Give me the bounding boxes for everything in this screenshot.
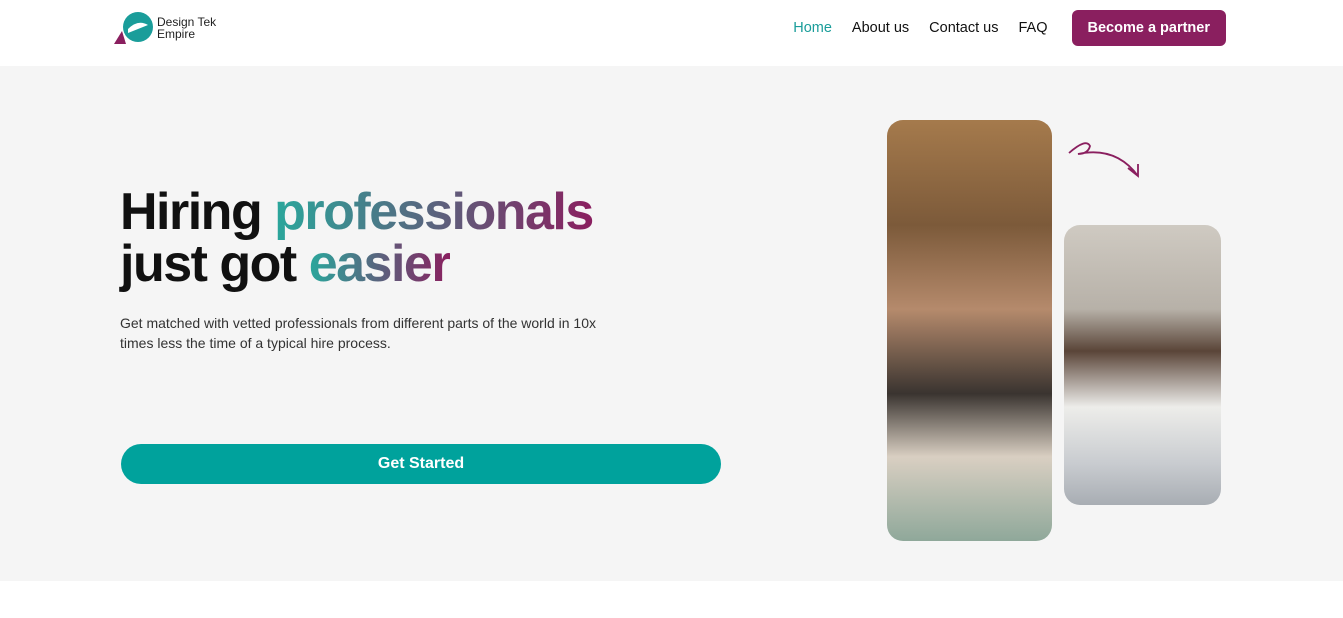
title-text: just got — [120, 235, 309, 293]
hero-subtitle: Get matched with vetted professionals fr… — [120, 315, 596, 351]
nav-about-us[interactable]: About us — [852, 20, 909, 36]
title-highlight: professionals — [274, 183, 594, 241]
top-nav: Design Tek Empire Home About us Contact u… — [0, 0, 1343, 66]
hero-photo-women-laptop — [887, 120, 1052, 541]
nav-contact-us[interactable]: Contact us — [929, 20, 998, 36]
nav-faq[interactable]: FAQ — [1018, 20, 1047, 36]
title-text: Hiring — [120, 183, 275, 241]
get-started-button[interactable]: Get Started — [121, 444, 721, 484]
hero-photo-man-laptop — [1064, 225, 1221, 505]
nav-home[interactable]: Home — [793, 20, 832, 36]
logo[interactable]: Design Tek Empire — [114, 11, 216, 45]
curved-arrow-icon — [1068, 142, 1139, 178]
title-highlight: easier — [308, 235, 452, 293]
hero-title: Hiring professionals just got easier — [120, 183, 594, 293]
become-partner-button[interactable]: Become a partner — [1071, 10, 1226, 46]
brand-name-line2: Empire — [157, 27, 196, 41]
logo-icon — [114, 12, 153, 44]
hero-section: Hiring professionals just got easier Get … — [0, 66, 1343, 581]
